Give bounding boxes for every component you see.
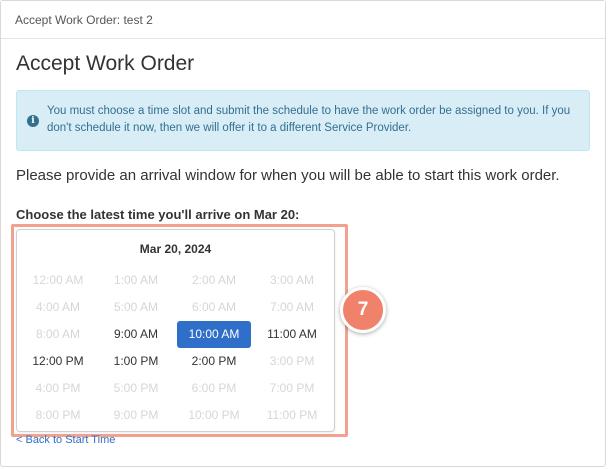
- time-slot-3-00-pm: 3:00 PM: [269, 354, 315, 368]
- info-alert: i You must choose a time slot and submit…: [16, 90, 590, 151]
- time-slot-10-00-am[interactable]: 10:00 AM: [177, 321, 251, 348]
- step-number-badge: 7: [340, 287, 386, 333]
- time-slot-grid: 12:00 AM 1:00 AM 2:00 AM 3:00 AM 4:00 AM 5:00…: [19, 267, 331, 429]
- info-circle-icon: i: [27, 115, 39, 127]
- time-slot-6-00-am: 6:00 AM: [191, 300, 237, 314]
- time-slot-5-00-pm: 5:00 PM: [113, 381, 159, 395]
- panel-header: Accept Work Order: test 2: [1, 1, 605, 39]
- time-slot-9-00-am[interactable]: 9:00 AM: [97, 321, 175, 348]
- time-slot-2-00-am: 2:00 AM: [191, 273, 237, 287]
- time-slot-11-00-am[interactable]: 11:00 AM: [253, 321, 331, 348]
- time-slot-4-00-pm: 4:00 PM: [35, 381, 81, 395]
- time-slot-1-00-pm[interactable]: 1:00 PM: [97, 348, 175, 375]
- time-slot-8-00-pm: 8:00 PM: [35, 408, 81, 422]
- time-slot-12-00-am: 12:00 AM: [32, 273, 84, 287]
- time-slot-5-00-am: 5:00 AM: [113, 300, 159, 314]
- time-slot-10-00-pm: 10:00 PM: [188, 408, 240, 422]
- choose-latest-time-label: Choose the latest time you'll arrive on …: [16, 207, 300, 222]
- time-slot-1-00-am: 1:00 AM: [113, 273, 159, 287]
- time-slot-11-00-pm: 11:00 PM: [266, 408, 318, 422]
- time-slot-12-00-pm[interactable]: 12:00 PM: [19, 348, 97, 375]
- page-title: Accept Work Order: [16, 52, 195, 75]
- time-slot-7-00-pm: 7:00 PM: [269, 381, 315, 395]
- time-slot-3-00-am: 3:00 AM: [269, 273, 315, 287]
- arrival-window-prompt: Please provide an arrival window for whe…: [16, 167, 560, 184]
- time-slot-2-00-pm[interactable]: 2:00 PM: [175, 348, 253, 375]
- time-slot-6-00-pm: 6:00 PM: [191, 381, 237, 395]
- time-slot-7-00-am: 7:00 AM: [269, 300, 315, 314]
- time-slot-9-00-pm: 9:00 PM: [113, 408, 159, 422]
- time-slot-8-00-am: 8:00 AM: [35, 327, 81, 341]
- time-slot-4-00-am: 4:00 AM: [35, 300, 81, 314]
- back-to-start-time-link[interactable]: < Back to Start Time: [16, 434, 115, 446]
- alert-text: You must choose a time slot and submit t…: [47, 105, 571, 134]
- time-slot-picker: Mar 20, 2024 12:00 AM 1:00 AM 2:00 AM 3:00 …: [16, 229, 335, 432]
- picker-date: Mar 20, 2024: [139, 242, 212, 256]
